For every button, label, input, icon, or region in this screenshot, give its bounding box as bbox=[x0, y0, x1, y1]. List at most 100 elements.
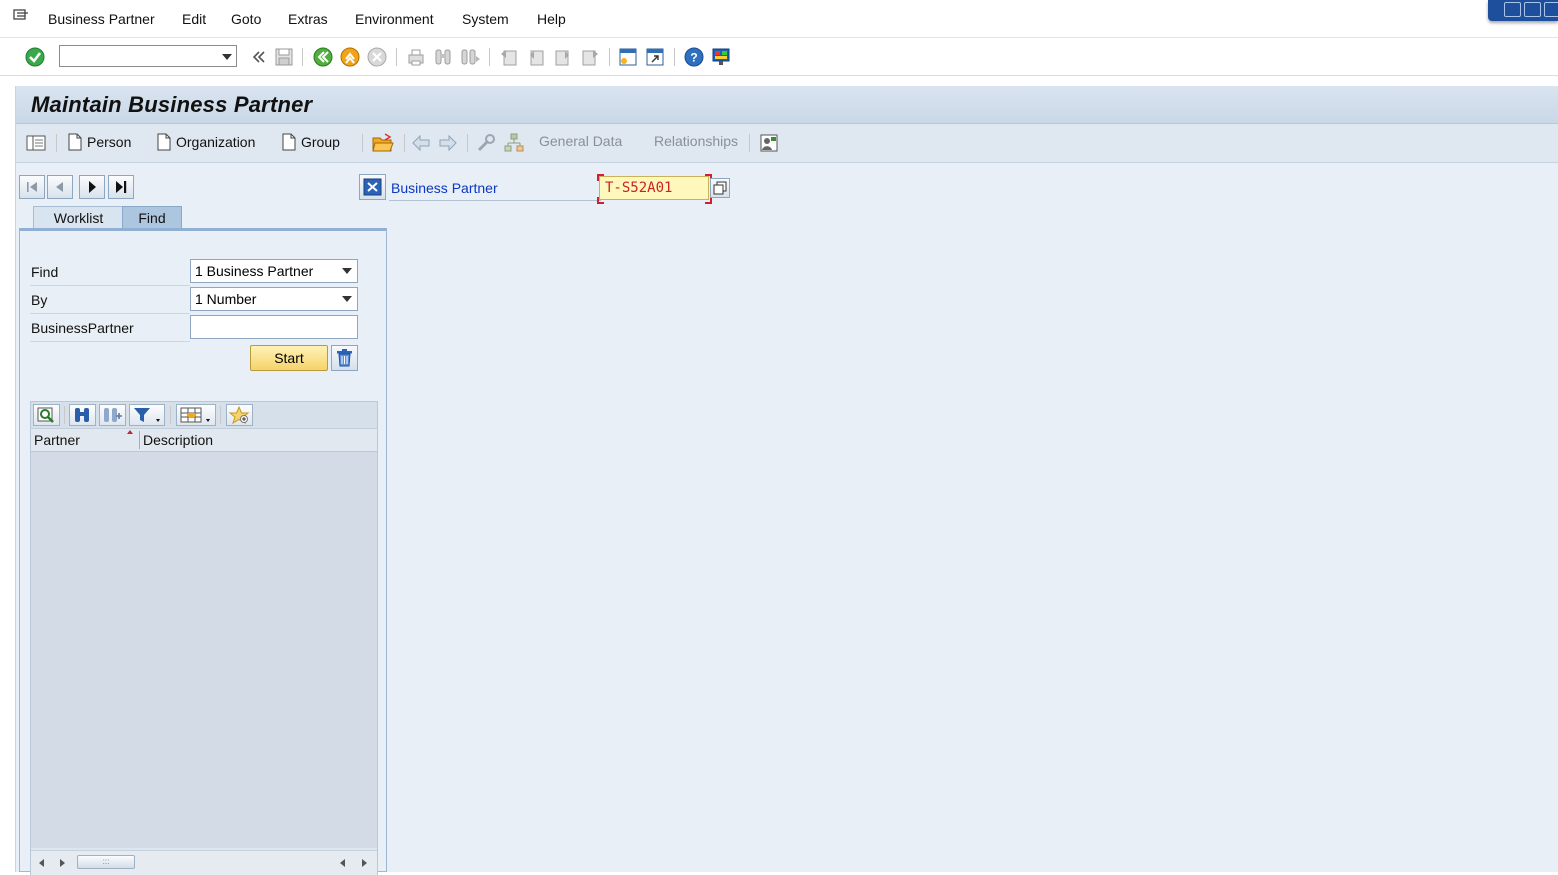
previous-entry-button[interactable] bbox=[47, 175, 73, 199]
tab-worklist[interactable]: Worklist bbox=[33, 206, 124, 228]
column-header-partner[interactable]: Partner bbox=[34, 432, 80, 448]
save-icon[interactable] bbox=[273, 46, 295, 68]
last-page-icon[interactable] bbox=[579, 46, 601, 68]
group-button[interactable]: Group bbox=[282, 133, 340, 155]
business-partner-field-label: Business Partner bbox=[391, 180, 498, 196]
scroll-thumb[interactable]: ::: bbox=[77, 855, 135, 869]
magnifier-icon bbox=[37, 407, 54, 423]
menu-extras[interactable]: Extras bbox=[288, 11, 328, 27]
reset-button[interactable] bbox=[331, 345, 358, 371]
start-button[interactable]: Start bbox=[250, 345, 328, 371]
command-field[interactable] bbox=[59, 45, 237, 67]
layout-button[interactable] bbox=[176, 404, 216, 426]
row-divider bbox=[30, 285, 190, 286]
find-select-value: 1 Business Partner bbox=[195, 263, 314, 279]
close-box-icon bbox=[363, 178, 382, 196]
navigation-toggle-icon[interactable] bbox=[26, 134, 46, 152]
binoculars-icon bbox=[75, 408, 89, 422]
column-header-description[interactable]: Description bbox=[143, 432, 213, 448]
menu-help[interactable]: Help bbox=[537, 11, 566, 27]
relationships-button[interactable]: Relationships bbox=[654, 133, 738, 155]
filter-button[interactable] bbox=[129, 404, 165, 426]
grid-body bbox=[31, 452, 377, 848]
shortcut-icon[interactable] bbox=[644, 46, 666, 68]
row-divider bbox=[30, 341, 190, 342]
separator bbox=[404, 134, 405, 152]
help-icon[interactable]: ? bbox=[683, 46, 705, 68]
scroll-left-icon[interactable] bbox=[39, 859, 44, 867]
separator bbox=[302, 48, 303, 66]
grid-find-button[interactable] bbox=[69, 404, 96, 426]
main-area: Maintain Business Partner Person Organiz… bbox=[15, 86, 1558, 875]
partner-overview-icon[interactable] bbox=[759, 133, 779, 153]
menu-system[interactable]: System bbox=[462, 11, 509, 27]
separator bbox=[170, 406, 171, 424]
separator bbox=[467, 134, 468, 152]
close-icon[interactable] bbox=[1544, 2, 1558, 17]
by-select-value: 1 Number bbox=[195, 291, 257, 307]
multiple-selection-button[interactable] bbox=[710, 178, 730, 198]
last-entry-button[interactable] bbox=[108, 175, 134, 199]
add-favorite-button[interactable] bbox=[226, 404, 253, 426]
print-icon[interactable] bbox=[405, 46, 427, 68]
close-navigation-button[interactable] bbox=[359, 174, 386, 200]
menu-goto[interactable]: Goto bbox=[231, 11, 261, 27]
exit-icon[interactable] bbox=[339, 46, 361, 68]
maximize-icon[interactable] bbox=[1524, 2, 1541, 17]
business-partner-number-input[interactable] bbox=[599, 176, 709, 200]
business-partner-input[interactable] bbox=[190, 315, 358, 339]
chevron-down-icon[interactable] bbox=[342, 268, 352, 274]
horizontal-scrollbar[interactable]: ::: bbox=[31, 850, 377, 875]
next-entry-button[interactable] bbox=[79, 175, 105, 199]
open-folder-icon[interactable] bbox=[372, 133, 394, 153]
arrow-right-icon[interactable] bbox=[438, 134, 458, 152]
grid-header: Partner Description bbox=[31, 429, 377, 452]
new-session-icon[interactable] bbox=[617, 46, 639, 68]
binoculars-plus-icon bbox=[104, 408, 122, 422]
field-underline bbox=[389, 200, 601, 201]
tab-find[interactable]: Find bbox=[122, 206, 182, 228]
command-input[interactable] bbox=[63, 47, 217, 67]
business-partner-label: BusinessPartner bbox=[31, 320, 134, 336]
column-divider bbox=[139, 431, 140, 449]
arrow-left-icon[interactable] bbox=[411, 134, 431, 152]
next-icon bbox=[89, 181, 96, 193]
grid-toolbar bbox=[31, 402, 377, 429]
collapse-icon[interactable] bbox=[248, 46, 270, 68]
first-entry-button[interactable] bbox=[19, 175, 45, 199]
details-button[interactable] bbox=[33, 404, 60, 426]
hierarchy-icon[interactable] bbox=[504, 133, 524, 153]
menu-edit[interactable]: Edit bbox=[182, 11, 206, 27]
separator bbox=[609, 48, 610, 66]
prev-page-icon[interactable] bbox=[525, 46, 547, 68]
find-icon[interactable] bbox=[432, 46, 454, 68]
scroll-left-icon[interactable] bbox=[340, 859, 345, 867]
menu-business-partner[interactable]: Business Partner bbox=[48, 11, 155, 27]
menu-icon[interactable] bbox=[13, 9, 29, 22]
by-select[interactable]: 1 Number bbox=[190, 287, 358, 311]
tools-icon[interactable] bbox=[476, 133, 496, 153]
system-toolbar: ? bbox=[0, 38, 1558, 76]
row-divider bbox=[30, 313, 190, 314]
cancel-icon[interactable] bbox=[366, 46, 388, 68]
enter-icon[interactable] bbox=[24, 46, 46, 68]
grid-find-next-button[interactable] bbox=[99, 404, 126, 426]
first-page-icon[interactable] bbox=[498, 46, 520, 68]
organization-button[interactable]: Organization bbox=[157, 133, 255, 155]
separator bbox=[396, 48, 397, 66]
back-nav-icon[interactable] bbox=[312, 46, 334, 68]
menu-environment[interactable]: Environment bbox=[355, 11, 434, 27]
find-next-icon[interactable] bbox=[459, 46, 481, 68]
layout-icon[interactable] bbox=[710, 46, 732, 68]
find-select[interactable]: 1 Business Partner bbox=[190, 259, 358, 283]
chevron-down-icon[interactable] bbox=[222, 54, 232, 60]
last-icon bbox=[116, 181, 127, 193]
next-page-icon[interactable] bbox=[552, 46, 574, 68]
general-data-button[interactable]: General Data bbox=[539, 133, 622, 155]
chevron-down-icon[interactable] bbox=[342, 296, 352, 302]
minimize-icon[interactable] bbox=[1504, 2, 1521, 17]
person-button[interactable]: Person bbox=[68, 133, 131, 155]
scroll-right-icon[interactable] bbox=[60, 859, 65, 867]
scroll-right-icon[interactable] bbox=[362, 859, 367, 867]
find-panel: Find 1 Business Partner By 1 Number Busi… bbox=[19, 228, 387, 875]
